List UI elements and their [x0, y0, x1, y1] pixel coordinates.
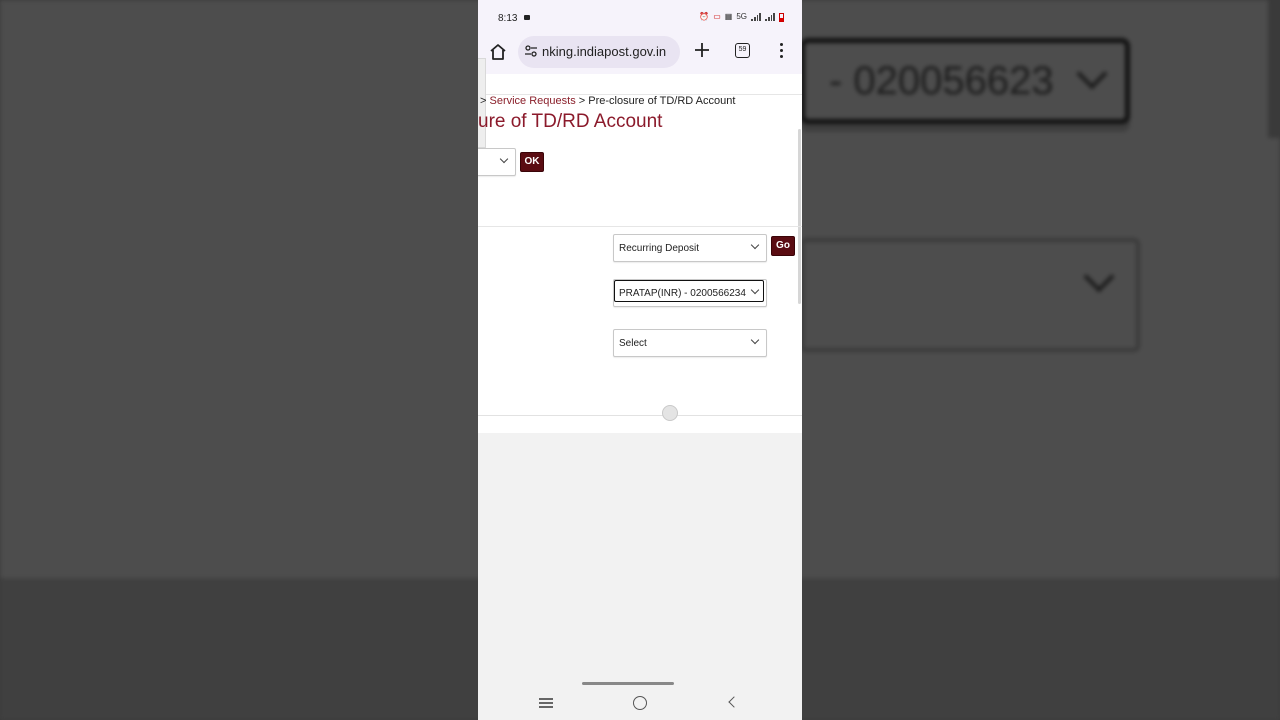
status-icons: ⏰ ▭ ▦ 5G [699, 12, 784, 22]
browser-toolbar: nking.indiapost.gov.in 59 [478, 34, 802, 74]
ok-button[interactable]: OK [520, 152, 544, 172]
background-account-select-zoom: - 020056623 [800, 38, 1130, 124]
page-title: ure of TD/RD Account [478, 111, 663, 132]
breadcrumb-separator: > [578, 95, 586, 107]
breadcrumb-service-requests-link[interactable]: Service Requests [490, 95, 576, 107]
section-divider [478, 226, 802, 227]
breadcrumb-current: Pre-closure of TD/RD Account [588, 95, 736, 107]
gesture-handle[interactable] [582, 682, 674, 685]
tab-switcher-button[interactable]: 59 [735, 43, 750, 58]
option-select-value: Select [619, 338, 647, 349]
footer-divider [478, 415, 802, 416]
home-button-icon[interactable] [633, 696, 647, 710]
breadcrumb: > Service Requests > Pre-closure of TD/R… [480, 95, 735, 107]
background-zoom-text: - 020056623 [829, 59, 1054, 103]
account-number-select[interactable]: PRATAP(INR) - 0200566234 [613, 279, 767, 307]
option-select[interactable]: Select [613, 329, 767, 357]
status-bar: 8:13 ⏰ ▭ ▦ 5G [478, 0, 802, 34]
camera-icon [524, 15, 530, 20]
clock: 8:13 [498, 13, 518, 24]
web-page: > Service Requests > Pre-closure of TD/R… [478, 58, 802, 433]
account-filter-select[interactable] [478, 148, 516, 176]
new-tab-icon[interactable] [692, 40, 712, 60]
account-type-select[interactable]: Recurring Deposit [613, 234, 767, 262]
chevron-down-icon [750, 240, 760, 250]
account-number-value: PRATAP(INR) - 0200566234 [619, 288, 746, 299]
loading-spinner-icon [662, 405, 678, 421]
site-settings-icon[interactable] [524, 44, 538, 58]
page-scrollbar[interactable] [798, 129, 801, 304]
signal-icon [751, 13, 761, 21]
chevron-down-icon [750, 335, 760, 345]
breadcrumb-separator: > [480, 95, 487, 107]
background-chevron-icon-2 [1083, 261, 1115, 293]
alarm-icon: ⏰ [699, 12, 710, 21]
more-menu-icon[interactable] [780, 43, 784, 59]
background-select-zoom [800, 238, 1140, 352]
url-text: nking.indiapost.gov.in [542, 44, 667, 59]
back-icon[interactable] [728, 696, 740, 708]
background-chevron-icon [1076, 58, 1108, 90]
volte-icon: ▦ [724, 12, 733, 21]
cast-icon: ▭ [713, 12, 721, 21]
address-bar[interactable]: nking.indiapost.gov.in [518, 36, 680, 68]
background-edge [1268, 0, 1280, 138]
screen: - 020056623 8:13 ⏰ ▭ ▦ 5G nking.indiapos… [0, 0, 1280, 720]
signal-icon-2 [765, 13, 775, 21]
blank-area [478, 433, 802, 673]
home-icon[interactable] [488, 42, 508, 62]
go-button[interactable]: Go [771, 236, 795, 256]
network-type: 5G [736, 12, 747, 21]
account-type-value: Recurring Deposit [619, 243, 700, 254]
recents-icon[interactable] [539, 698, 553, 708]
system-nav-bar [478, 673, 802, 720]
battery-icon [779, 12, 784, 22]
chevron-down-icon [499, 154, 509, 164]
phone-screen: 8:13 ⏰ ▭ ▦ 5G nking.indiapost.gov.in 59 … [478, 0, 802, 720]
